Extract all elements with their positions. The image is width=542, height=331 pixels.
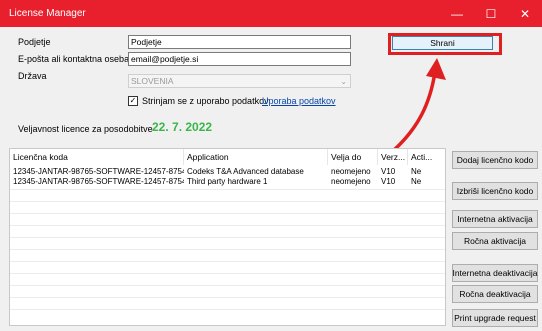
row-divider: [10, 189, 445, 190]
table-cell: neomejeno: [331, 167, 371, 176]
consent-label: Strinjam se z uporabo podatkov: [142, 96, 269, 106]
table-cell: neomejeno: [331, 177, 371, 186]
row-divider: [10, 261, 445, 262]
online-deactivation-button[interactable]: Internetna deaktivacija: [452, 264, 538, 282]
company-label: Podjetje: [18, 37, 51, 47]
print-upgrade-request-button[interactable]: Print upgrade request: [452, 309, 538, 327]
email-label: E-pošta ali kontaktna oseba: [18, 54, 130, 64]
consent-checkbox[interactable]: ✓: [128, 96, 138, 106]
country-value: SLOVENIA: [131, 76, 174, 86]
online-activation-button[interactable]: Internetna aktivacija: [452, 210, 538, 228]
table-cell: Ne: [411, 177, 422, 186]
license-table[interactable]: Licenčna koda Application Velja do Verz.…: [9, 148, 446, 326]
table-cell: V10: [381, 177, 396, 186]
country-label: Država: [18, 71, 47, 81]
manual-deactivation-button[interactable]: Ročna deaktivacija: [452, 285, 538, 303]
validity-date: 22. 7. 2022: [152, 120, 213, 134]
save-button[interactable]: Shrani: [392, 36, 493, 50]
consent-link[interactable]: Uporaba podatkov: [262, 96, 336, 106]
row-divider: [10, 213, 445, 214]
row-divider: [10, 249, 445, 250]
column-header[interactable]: Acti...: [408, 149, 445, 165]
minimize-icon[interactable]: —: [440, 0, 474, 27]
manual-activation-button[interactable]: Ročna aktivacija: [452, 232, 538, 250]
column-header[interactable]: Licenčna koda: [10, 149, 184, 165]
row-divider: [10, 201, 445, 202]
column-header[interactable]: Application: [184, 149, 328, 165]
row-divider: [10, 225, 445, 226]
table-cell: 12345-JANTAR-98765-SOFTWARE-12457-87541: [13, 177, 184, 186]
row-divider: [10, 309, 445, 310]
table-cell: Ne: [411, 167, 422, 176]
title-bar: License Manager — ☐ ✕: [0, 0, 542, 27]
delete-license-code-button[interactable]: Izbriši licenčno kodo: [452, 182, 538, 200]
table-cell: 12345-JANTAR-98765-SOFTWARE-12457-87541: [13, 167, 184, 176]
country-select[interactable]: SLOVENIA ⌄: [128, 74, 351, 88]
add-license-code-button[interactable]: Dodaj licenčno kodo: [452, 151, 538, 169]
table-row[interactable]: 12345-JANTAR-98765-SOFTWARE-12457-87541 …: [10, 177, 445, 187]
table-cell: Third party hardware 1: [187, 177, 268, 186]
table-cell: V10: [381, 167, 396, 176]
table-row[interactable]: 12345-JANTAR-98765-SOFTWARE-12457-87541 …: [10, 167, 445, 177]
company-field[interactable]: Podjetje: [128, 35, 351, 49]
chevron-down-icon: ⌄: [340, 77, 347, 86]
validity-label: Veljavnost licence za posodobitve: [18, 124, 153, 134]
row-divider: [10, 297, 445, 298]
email-field[interactable]: email@podjetje.si: [128, 52, 351, 66]
column-header[interactable]: Verz...: [378, 149, 408, 165]
row-divider: [10, 273, 445, 274]
maximize-icon[interactable]: ☐: [474, 0, 508, 27]
window-title: License Manager: [9, 8, 86, 19]
table-cell: Codeks T&A Advanced database: [187, 167, 304, 176]
row-divider: [10, 285, 445, 286]
column-header[interactable]: Velja do: [328, 149, 378, 165]
close-icon[interactable]: ✕: [508, 0, 542, 27]
row-divider: [10, 237, 445, 238]
